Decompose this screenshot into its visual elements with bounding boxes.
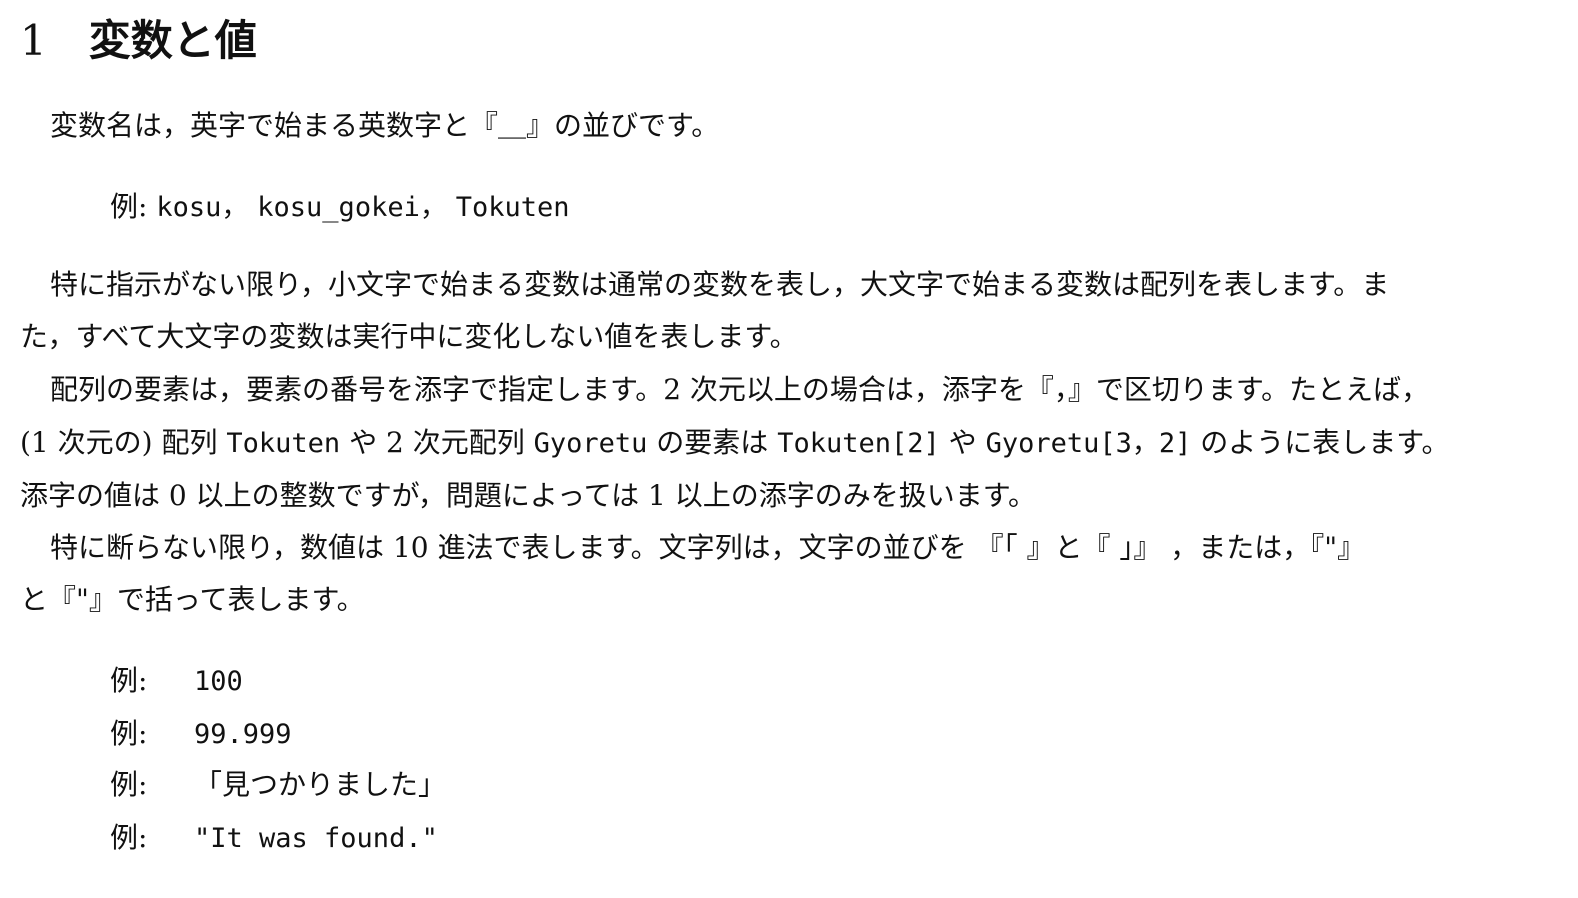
example-value: 「見つかりました」 xyxy=(194,768,447,801)
text-run: や 2 次元配列 xyxy=(340,426,534,459)
paragraph-case-line1: 特に指示がない限り，小文字で始まる変数は通常の変数を表し，大文字で始まる変数は配… xyxy=(50,268,1390,301)
paragraph-array-line3: 添字の値は 0 以上の整数ですが，問題によっては 1 以上の添字のみを扱います。 xyxy=(20,479,1036,512)
document-page: 1 変数と値 変数名は，英字で始まる英数字と『＿』の並びです。 例: kosu， … xyxy=(0,0,1578,898)
text-run: の要素は xyxy=(647,426,778,459)
paragraph-number-line1: 特に断らない限り，数値は 10 進法で表します。文字列は，文字の並びを 『「 』… xyxy=(50,531,1366,564)
example-label: 例: xyxy=(110,821,148,854)
code-tokuten: Tokuten xyxy=(226,428,341,459)
section-heading: 1 変数と値 xyxy=(20,12,257,70)
section-number: 1 xyxy=(20,16,47,65)
example-label: 例: xyxy=(110,768,148,801)
section-title: 変数と値 xyxy=(88,16,257,65)
example-item: kosu， xyxy=(156,192,249,223)
paragraph-variable-names: 変数名は，英字で始まる英数字と『＿』の並びです。 xyxy=(50,109,720,142)
code-gyoretu-element: Gyoretu[3，2] xyxy=(985,428,1192,459)
example-variable-names: 例: kosu， kosu_gokei， Tokuten xyxy=(110,187,570,228)
example-string-japanese: 例: 「見つかりました」 xyxy=(110,765,446,805)
example-item: Tokuten xyxy=(455,192,570,223)
example-label: 例: xyxy=(110,664,148,697)
example-value: 100 xyxy=(194,666,243,697)
paragraph-array-line2: (1 次元の) 配列 Tokuten や 2 次元配列 Gyoretu の要素は… xyxy=(20,423,1450,464)
example-item: kosu_gokei， xyxy=(257,192,447,223)
example-value: "It was found." xyxy=(194,823,438,854)
paragraph-number-line2: と『"』で括って表します。 xyxy=(20,583,365,616)
example-string-english: 例: "It was found." xyxy=(110,818,438,859)
text-run: のように表します。 xyxy=(1191,426,1450,459)
text-run: や xyxy=(939,426,986,459)
paragraph-case-line2: た，すべて大文字の変数は実行中に変化しない値を表します。 xyxy=(20,320,798,353)
example-label: 例: xyxy=(110,190,148,223)
example-value: 99.999 xyxy=(194,719,292,750)
code-tokuten-element: Tokuten[2] xyxy=(777,428,940,459)
example-number-decimal: 例: 99.999 xyxy=(110,714,292,755)
code-gyoretu: Gyoretu xyxy=(533,428,648,459)
example-number-integer: 例: 100 xyxy=(110,661,243,702)
example-label: 例: xyxy=(110,717,148,750)
paragraph-array-line1: 配列の要素は，要素の番号を添字で指定します。2 次元以上の場合は，添字を『，』で… xyxy=(50,373,1430,406)
text-run: (1 次元の) 配列 xyxy=(20,426,227,459)
